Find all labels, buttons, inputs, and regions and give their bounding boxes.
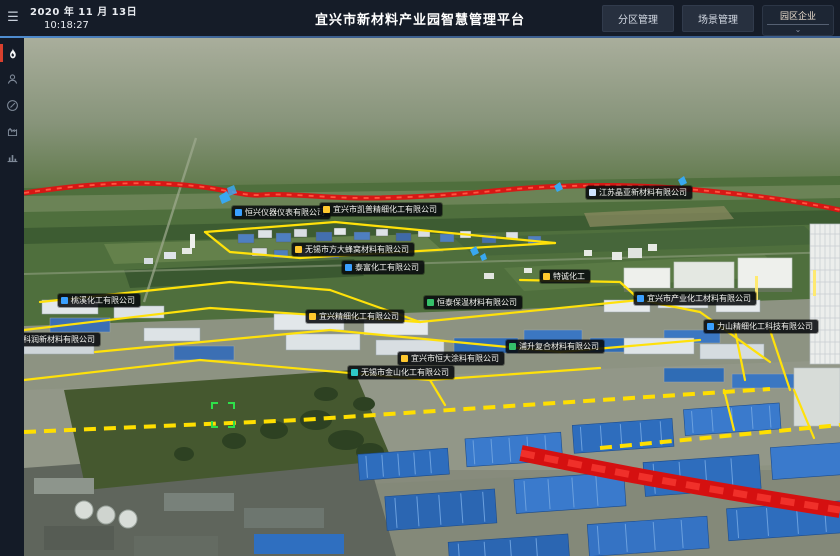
company-label[interactable]: 特诚化工 <box>540 270 590 283</box>
company-label[interactable]: 桃溪化工有限公司 <box>58 294 140 307</box>
company-marker-icon <box>401 355 408 362</box>
company-name: 无锡市方大蜂窝材料有限公司 <box>305 243 409 256</box>
sidebar-item-stats[interactable] <box>0 146 24 168</box>
company-name: 特诚化工 <box>553 270 585 283</box>
company-label[interactable]: 宜兴市恒大涂料有限公司 <box>398 352 504 365</box>
company-label[interactable]: 无锡市金山化工有限公司 <box>348 366 454 379</box>
scene-management-button[interactable]: 场景管理 <box>682 5 754 32</box>
topbar-actions: 分区管理 场景管理 园区企业 ⌄ <box>602 5 834 36</box>
left-sidebar <box>0 36 24 556</box>
company-marker-icon <box>295 246 302 253</box>
company-name: 兴市科润新材料有限公司 <box>24 333 95 346</box>
company-marker-icon <box>589 189 596 196</box>
company-marker-icon <box>61 297 68 304</box>
horizon-haze <box>24 38 840 193</box>
company-marker-icon <box>351 369 358 376</box>
company-name: 宜兴市恒大涂料有限公司 <box>411 352 499 365</box>
chevron-down-icon: ⌄ <box>795 25 802 34</box>
company-name: 无锡市金山化工有限公司 <box>361 366 449 379</box>
topbar-accent-line <box>0 36 840 38</box>
company-name: 宜兴市产业化工材料有限公司 <box>647 292 751 305</box>
active-indicator <box>0 44 3 62</box>
company-label[interactable]: 宜兴精细化工有限公司 <box>306 310 404 323</box>
sidebar-item-factory[interactable] <box>0 120 24 142</box>
park-enterprise-label: 园区企业 <box>767 8 829 25</box>
company-label[interactable]: 江苏晶亚新材料有限公司 <box>586 186 692 199</box>
menu-icon[interactable]: ☰ <box>3 7 23 27</box>
company-label[interactable]: 泰富化工有限公司 <box>342 261 424 274</box>
company-name: 力山精细化工科技有限公司 <box>717 320 813 333</box>
map-viewport: 恒兴仪器仪表有限公司 宜兴市凯普精细化工有限公司 无锡市方大蜂窝材料有限公司 泰… <box>24 38 840 556</box>
company-name: 桃溪化工有限公司 <box>71 294 135 307</box>
sidebar-item-person[interactable] <box>0 68 24 90</box>
company-label[interactable]: 无锡市方大蜂窝材料有限公司 <box>292 243 414 256</box>
company-name: 宜兴精细化工有限公司 <box>319 310 399 323</box>
sidebar-item-gauge[interactable] <box>0 94 24 116</box>
company-label[interactable]: 宜兴市产业化工材料有限公司 <box>634 292 756 305</box>
company-label[interactable]: 恒兴仪器仪表有限公司 <box>232 206 330 219</box>
current-date: 2020 年 11 月 13日 <box>30 3 137 18</box>
company-marker-icon <box>707 323 714 330</box>
company-marker-icon <box>427 299 434 306</box>
top-bar: ☰ 2020 年 11 月 13日 10:18:27 宜兴市新材料产业园智慧管理… <box>0 0 840 36</box>
company-label[interactable]: 恒泰保温材料有限公司 <box>424 296 522 309</box>
park-enterprise-dropdown[interactable]: 园区企业 ⌄ <box>762 5 834 36</box>
company-label[interactable]: 浦升复合材料有限公司 <box>506 340 604 353</box>
app-window: ☰ 2020 年 11 月 13日 10:18:27 宜兴市新材料产业园智慧管理… <box>0 0 840 556</box>
company-name: 浦升复合材料有限公司 <box>519 340 599 353</box>
company-marker-icon <box>235 209 242 216</box>
factory-icon <box>6 125 19 138</box>
company-name: 泰富化工有限公司 <box>355 261 419 274</box>
company-label[interactable]: 力山精细化工科技有限公司 <box>704 320 818 333</box>
current-time: 10:18:27 <box>44 20 137 31</box>
zone-management-button[interactable]: 分区管理 <box>602 5 674 32</box>
company-marker-icon <box>543 273 550 280</box>
bar-chart-icon <box>6 151 19 164</box>
gauge-icon <box>6 99 19 112</box>
sidebar-item-fire[interactable] <box>0 42 24 64</box>
company-marker-icon <box>309 313 316 320</box>
company-name: 恒泰保温材料有限公司 <box>437 296 517 309</box>
company-marker-icon <box>323 206 330 213</box>
company-label[interactable]: 宜兴市凯普精细化工有限公司 <box>320 203 442 216</box>
company-name: 宜兴市凯普精细化工有限公司 <box>333 203 437 216</box>
company-marker-icon <box>345 264 352 271</box>
company-name: 江苏晶亚新材料有限公司 <box>599 186 687 199</box>
flame-icon <box>6 47 19 60</box>
company-marker-icon <box>509 343 516 350</box>
datetime-block: 2020 年 11 月 13日 10:18:27 <box>30 3 137 31</box>
company-label[interactable]: 兴市科润新材料有限公司 <box>24 333 100 346</box>
company-name: 恒兴仪器仪表有限公司 <box>245 206 325 219</box>
person-icon <box>6 73 19 86</box>
company-marker-icon <box>637 295 644 302</box>
